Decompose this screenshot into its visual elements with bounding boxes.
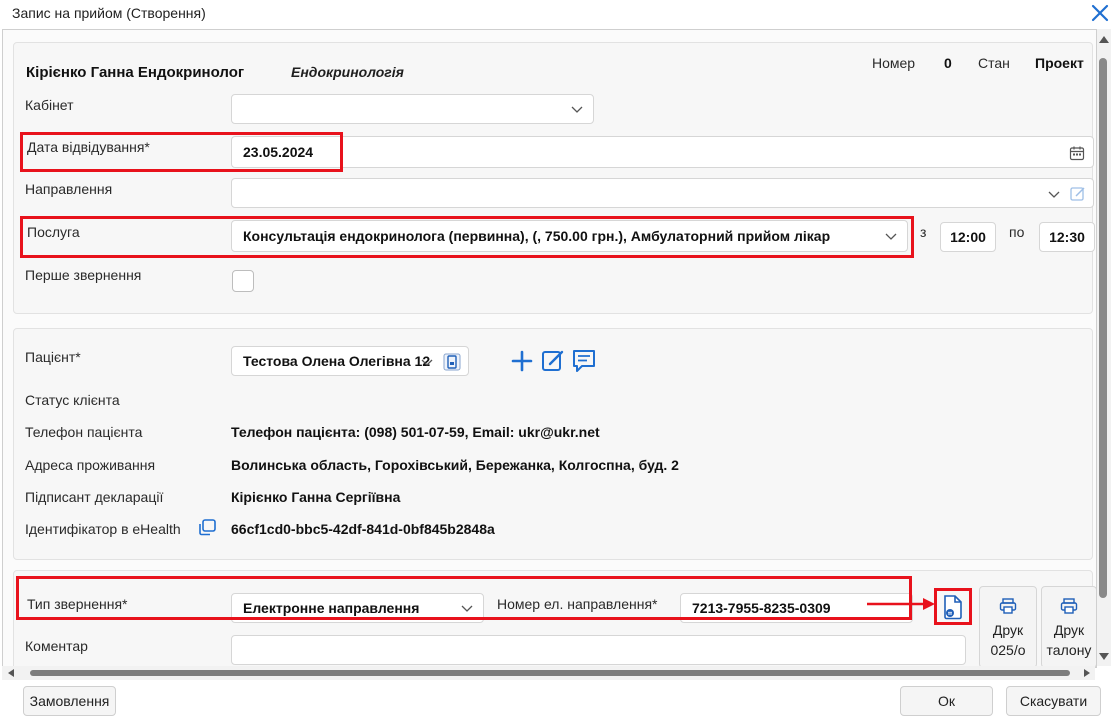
form-scroll-area: Кірієнко Ганна Ендокринолог Ендокринолог… <box>2 29 1097 668</box>
chat-icon <box>573 350 595 372</box>
time-to-label: по <box>1009 224 1025 240</box>
phone-label: Телефон пацієнта <box>25 424 143 440</box>
vertical-scroll-thumb[interactable] <box>1099 58 1107 598</box>
cabinet-label: Кабінет <box>25 97 74 113</box>
close-icon <box>1091 4 1109 22</box>
signer-value: Кірієнко Ганна Сергіївна <box>231 489 401 505</box>
cabinet-select[interactable] <box>231 94 594 124</box>
number-value: 0 <box>944 55 952 71</box>
calendar-icon[interactable] <box>1069 145 1085 161</box>
horizontal-scroll-thumb[interactable] <box>30 670 1070 676</box>
cancel-button[interactable]: Скасувати <box>1006 686 1101 716</box>
copy-icon <box>199 519 216 536</box>
edit-patient-button[interactable] <box>540 348 566 374</box>
doctor-name: Кірієнко Ганна Ендокринолог <box>26 64 245 81</box>
ref-number-label: Номер ел. направлення* <box>497 596 658 612</box>
printer-icon <box>1060 598 1078 614</box>
copy-ehealth-button[interactable] <box>196 516 218 538</box>
patient-label: Пацієнт* <box>25 349 81 365</box>
specialty: Ендокринологія <box>291 64 404 80</box>
time-from-input[interactable]: 12:00 <box>940 222 996 252</box>
visit-date-label: Дата відвідування* <box>27 139 150 155</box>
scroll-down-icon[interactable] <box>1098 652 1110 662</box>
state-label: Стан <box>978 55 1010 71</box>
ok-button[interactable]: Ок <box>900 686 993 716</box>
arrow-annotation <box>867 598 935 610</box>
window-title: Запис на прийом (Створення) <box>12 5 206 21</box>
order-button[interactable]: Замовлення <box>23 686 116 716</box>
first-visit-label: Перше звернення <box>25 267 142 283</box>
first-visit-checkbox[interactable] <box>232 270 254 292</box>
print-025-button[interactable]: Друк 025/о <box>979 586 1037 667</box>
close-button[interactable] <box>1086 0 1114 26</box>
comment-input[interactable] <box>231 635 966 665</box>
add-patient-button[interactable] <box>509 348 535 374</box>
referral-select[interactable] <box>231 178 1094 208</box>
edit-icon <box>542 350 564 371</box>
time-to-input[interactable]: 12:30 <box>1039 222 1095 252</box>
chevron-down-icon <box>421 359 433 366</box>
appeal-type-label: Тип звернення* <box>27 596 128 612</box>
chevron-down-icon <box>571 106 583 113</box>
printer-icon <box>999 598 1017 614</box>
address-value: Волинська область, Горохівський, Бережан… <box>231 457 679 473</box>
chevron-down-icon <box>461 605 473 612</box>
comment-label: Коментар <box>25 638 88 654</box>
plus-icon <box>511 350 533 372</box>
patient-card-icon[interactable] <box>442 352 462 372</box>
ehealth-value: 66cf1cd0-bbc5-42df-841d-0bf845b2848a <box>231 521 495 537</box>
patient-comment-button[interactable] <box>571 348 597 374</box>
address-label: Адреса проживання <box>25 457 156 473</box>
service-label: Послуга <box>27 224 80 240</box>
signer-label: Підписант декларації <box>25 489 164 505</box>
number-label: Номер <box>872 55 916 71</box>
visit-date-input[interactable]: 23.05.2024 <box>231 136 1094 168</box>
e-referral-document-button[interactable] <box>937 592 969 622</box>
referral-label: Направлення <box>25 181 113 197</box>
document-icon <box>944 595 962 620</box>
service-select[interactable]: Консультація ендокринолога (первинна), (… <box>231 220 908 252</box>
state-value: Проект <box>1035 55 1084 71</box>
appeal-type-select[interactable]: Електронне направлення <box>231 593 484 623</box>
patient-select[interactable]: Тестова Олена Олегівна 12 <box>231 346 469 376</box>
scroll-up-icon[interactable] <box>1098 34 1110 44</box>
scroll-left-icon[interactable] <box>6 668 16 678</box>
time-from-label: з <box>920 224 927 240</box>
scroll-right-icon[interactable] <box>1082 668 1092 678</box>
client-status-label: Статус клієнта <box>25 392 120 408</box>
ehealth-label: Ідентифікатор в eHealth <box>25 521 181 537</box>
chevron-down-icon <box>885 233 897 240</box>
phone-value: Телефон пацієнта: (098) 501-07-59, Email… <box>231 424 600 440</box>
edit-icon[interactable] <box>1069 185 1087 203</box>
print-ticket-button[interactable]: Друк талону <box>1041 586 1096 667</box>
chevron-down-icon <box>1048 191 1060 198</box>
